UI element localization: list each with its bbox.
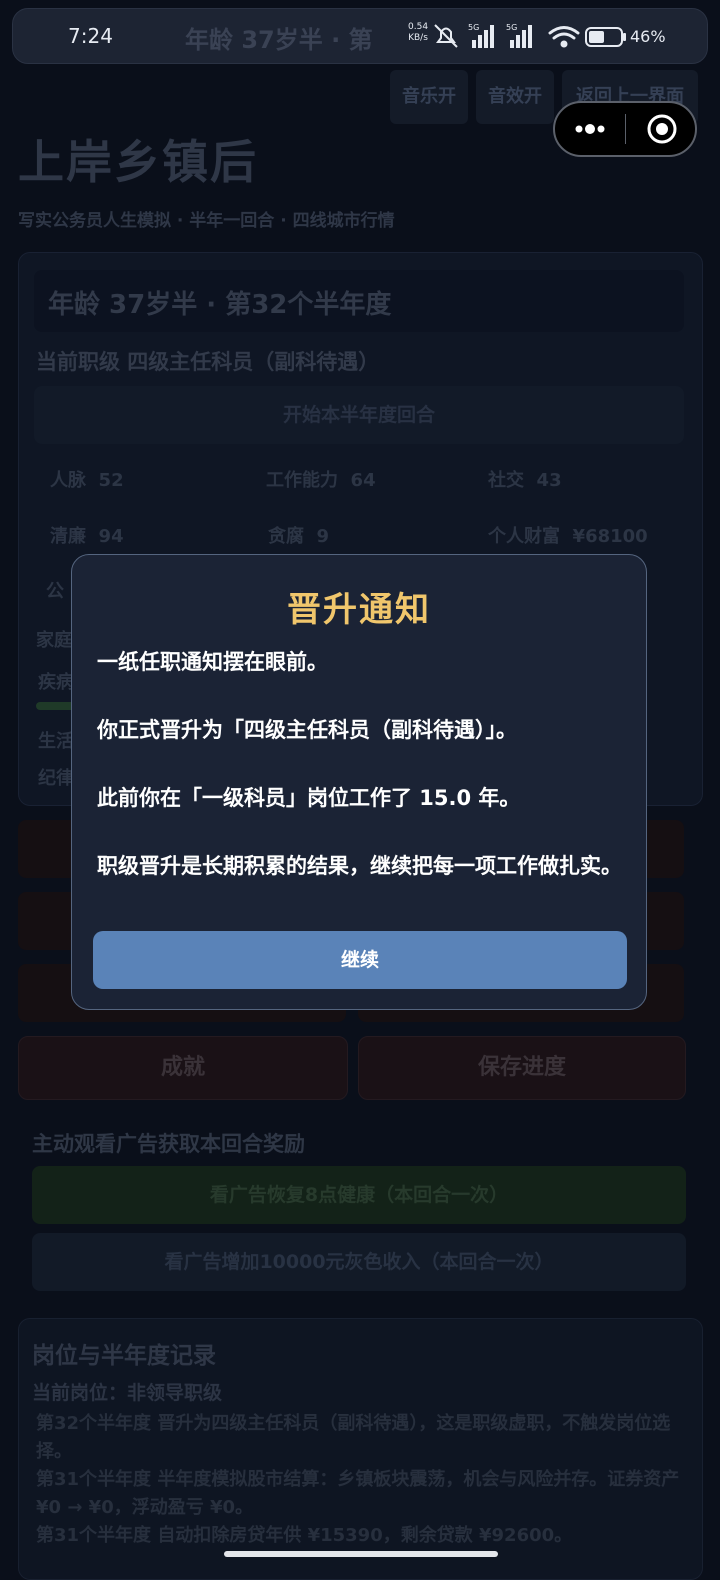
wifi-icon [548, 26, 580, 48]
partial-label: 疾病 [38, 672, 74, 693]
partial-label: 生活 [38, 731, 74, 752]
modal-paragraph: 一纸任职通知摆在眼前。 [97, 650, 328, 674]
stat-item: 贪腐 9 [268, 526, 330, 547]
mute-bell-icon [434, 24, 458, 48]
music-toggle-button[interactable]: 音乐开 [390, 70, 468, 124]
log-list: 第32个半年度 晋升为四级主任科员（副科待遇），这是职级虚职，不触发岗位选择。 … [36, 1410, 686, 1550]
home-indicator[interactable] [224, 1551, 498, 1557]
page-title: 上岸乡镇后 [18, 135, 258, 189]
partial-label: 家庭 [36, 630, 72, 651]
log-entry: 第32个半年度 晋升为四级主任科员（副科待遇），这是职级虚职，不触发岗位选择。 [36, 1413, 671, 1462]
network-speed: 0.54 KB/s [408, 22, 428, 44]
modal-title: 晋升通知 [287, 590, 431, 630]
page-subtitle: 写实公务员人生模拟 · 半年一回合 · 四线城市行情 [18, 211, 395, 231]
sfx-toggle-button[interactable]: 音效开 [476, 70, 554, 124]
ad-health-button[interactable]: 看广告恢复8点健康（本回合一次） [32, 1166, 686, 1224]
stat-item: 社交 43 [488, 470, 562, 491]
more-icon[interactable] [572, 112, 608, 146]
network-speed-unit: KB/s [408, 33, 428, 43]
current-post: 当前岗位：非领导职级 [32, 1382, 223, 1404]
stat-item: 清廉 94 [50, 526, 124, 547]
log-entry: 第31个半年度 自动扣除房贷年供 ¥15390，剩余贷款 ¥92600。 [36, 1525, 573, 1546]
log-entry: 第31个半年度 半年度模拟股市结算：乡镇板块震荡，机会与风险并存。证券资产 ¥0… [36, 1469, 680, 1518]
log-title: 岗位与半年度记录 [32, 1343, 216, 1369]
network-type-1: 5G [468, 23, 479, 32]
modal-paragraph: 此前你在「一级科员」岗位工作了 15.0 年。 [97, 786, 521, 810]
status-icons: 5G 5G [434, 23, 626, 48]
save-progress-button[interactable]: 保存进度 [358, 1036, 686, 1100]
network-type-2: 5G [506, 23, 517, 32]
capsule-divider [625, 114, 626, 144]
modal-paragraph: 你正式晋升为「四级主任科员（副科待遇）」。 [97, 718, 517, 742]
start-round-button[interactable]: 开始本半年度回合 [34, 386, 684, 444]
stat-item: 工作能力 64 [266, 470, 376, 491]
stat-item: 个人财富 ¥68100 [488, 526, 648, 547]
ad-section-title: 主动观看广告获取本回合奖励 [32, 1132, 305, 1156]
health-bar [36, 702, 76, 710]
ad-income-button[interactable]: 看广告增加10000元灰色收入（本回合一次） [32, 1233, 686, 1291]
status-time: 7:24 [68, 24, 113, 48]
modal-paragraph: 职级晋升是长期积累的结果，继续把每一项工作做扎实。 [97, 854, 622, 878]
stat-item: 人脉 52 [50, 470, 124, 491]
continue-button[interactable]: 继续 [93, 931, 627, 989]
rank-line: 当前职级 四级主任科员（副科待遇） [36, 350, 380, 374]
partial-label: 纪律 [38, 768, 74, 789]
battery-icon [585, 27, 626, 47]
achievements-button[interactable]: 成就 [18, 1036, 348, 1100]
partial-label: 公 [46, 581, 64, 602]
age-line: 年龄 37岁半 · 第32个半年度 [48, 290, 392, 320]
network-speed-value: 0.54 [408, 22, 429, 32]
battery-percent: 46% [630, 27, 666, 46]
status-ghost-text: 年龄 37岁半 · 第 [185, 26, 373, 54]
close-miniprogram-icon[interactable] [645, 112, 679, 146]
